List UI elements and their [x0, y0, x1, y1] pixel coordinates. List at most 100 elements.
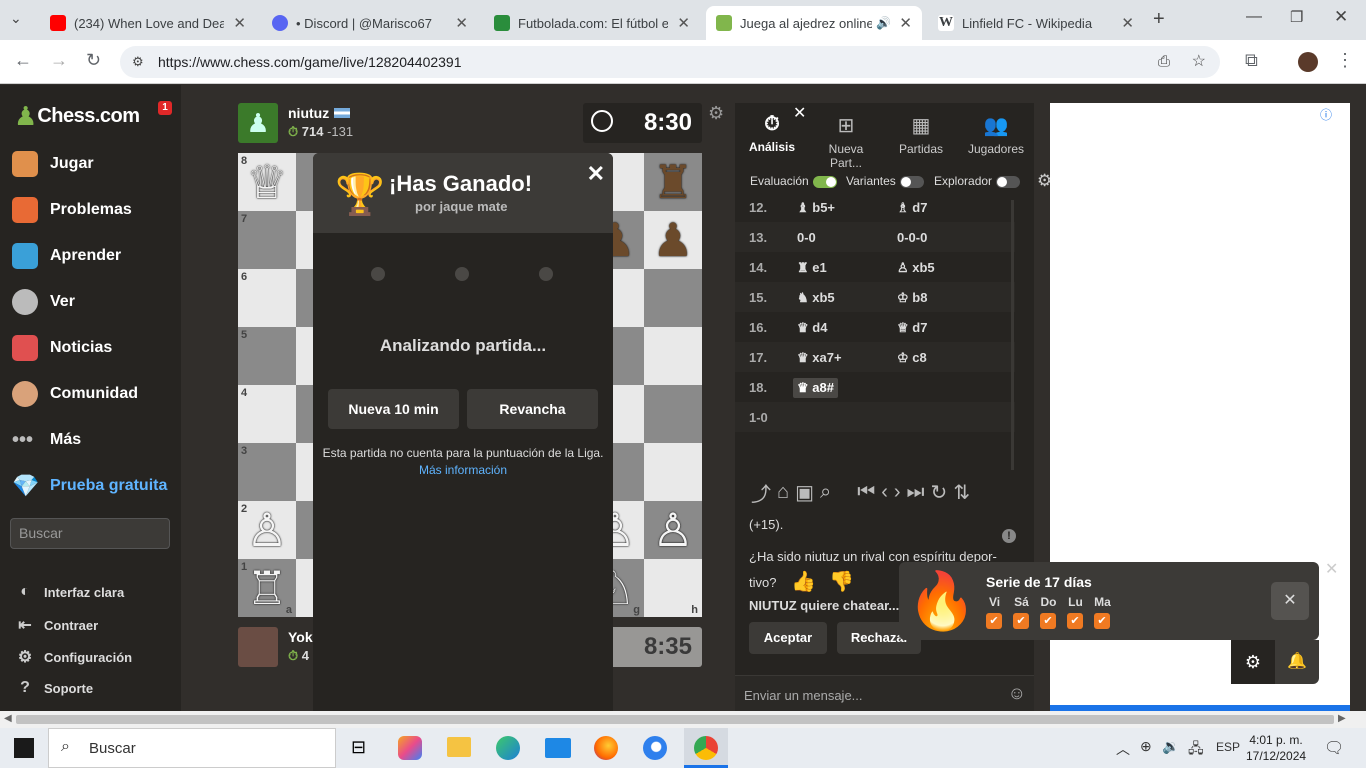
sidebar-item-comunidad[interactable]: Comunidad: [12, 381, 138, 407]
tab-jugadores[interactable]: 👥 Jugadores: [961, 113, 1031, 156]
museum-icon[interactable]: ⌂: [777, 481, 789, 504]
toggle-evaluacion[interactable]: Evaluación: [750, 174, 837, 188]
white-move-selected[interactable]: ♛ a8#: [793, 378, 838, 398]
board-square[interactable]: [644, 443, 702, 501]
edge-icon[interactable]: [496, 736, 520, 760]
board-square[interactable]: 8 ♕: [238, 153, 296, 211]
board-square[interactable]: 6: [238, 269, 296, 327]
window-close-icon[interactable]: ✕: [1334, 7, 1348, 27]
notification-center-icon[interactable]: 🗨: [1324, 738, 1344, 758]
board-square[interactable]: 4: [238, 385, 296, 443]
close-icon[interactable]: ✕: [233, 14, 246, 32]
footer-collapse[interactable]: ⇤ Contraer: [16, 615, 98, 635]
emoji-icon[interactable]: ☺: [1008, 683, 1026, 704]
speaker-icon[interactable]: 🔊: [876, 16, 891, 30]
file-explorer-icon[interactable]: [447, 737, 471, 757]
tab-partidas[interactable]: ▦ Partidas: [886, 113, 956, 156]
back-icon[interactable]: ←: [14, 50, 32, 71]
info-icon[interactable]: !: [1002, 529, 1016, 543]
white-move[interactable]: ♜ e1: [797, 260, 827, 276]
chess-piece[interactable]: ♕: [238, 153, 296, 211]
footer-settings[interactable]: ⚙ Configuración: [16, 647, 132, 667]
chrome-taskbar-button[interactable]: [684, 728, 728, 768]
browser-tab-discord[interactable]: • Discord | @Marisco67 ✕: [262, 6, 478, 40]
forward-icon[interactable]: →: [50, 50, 68, 71]
scroll-left-icon[interactable]: ◀: [4, 713, 12, 724]
board-square[interactable]: 2 ♙: [238, 501, 296, 559]
rematch-button[interactable]: Revancha: [467, 389, 598, 429]
new-game-button[interactable]: Nueva 10 min: [328, 389, 459, 429]
sidebar-item-problemas[interactable]: Problemas: [12, 197, 132, 223]
thumbs-up-icon[interactable]: 👍: [791, 569, 816, 594]
board-square[interactable]: [644, 269, 702, 327]
windows-start-icon[interactable]: [14, 738, 34, 758]
board-square[interactable]: 1 a ♖: [238, 559, 296, 617]
sidebar-item-mas[interactable]: ••• Más: [12, 427, 81, 453]
firefox-icon[interactable]: [594, 736, 618, 760]
install-app-icon[interactable]: ⎙: [1158, 46, 1170, 78]
prev-move-icon[interactable]: ‹: [881, 481, 888, 504]
black-move[interactable]: 0-0-0: [897, 230, 927, 245]
board-square[interactable]: ♙: [644, 501, 702, 559]
board-square[interactable]: ♜: [644, 153, 702, 211]
sidebar-item-aprender[interactable]: Aprender: [12, 243, 121, 269]
top-player-avatar[interactable]: ♟: [238, 103, 278, 143]
scroll-right-icon[interactable]: ▶: [1338, 713, 1346, 724]
network-icon[interactable]: 🖧: [1188, 738, 1204, 762]
black-move[interactable]: ♗ d7: [897, 200, 927, 216]
minimize-icon[interactable]: —: [1246, 8, 1262, 26]
url-bar[interactable]: ⚙ https://www.chess.com/game/live/128204…: [120, 46, 1220, 78]
footer-support[interactable]: ? Soporte: [16, 679, 93, 697]
chess-logo[interactable]: ♟ Chess.com: [14, 101, 140, 132]
tab-analisis[interactable]: ⏱ Análisis: [737, 113, 807, 154]
bell-icon[interactable]: 🔔: [1275, 640, 1319, 684]
board-square[interactable]: h: [644, 559, 702, 617]
board-square[interactable]: 7: [238, 211, 296, 269]
black-move[interactable]: ♔ b8: [897, 290, 927, 306]
tab-nueva-partida[interactable]: ⊞ Nueva Part...: [811, 113, 881, 170]
chess-piece[interactable]: ♖: [238, 559, 296, 617]
white-move[interactable]: ♞ xb5: [797, 290, 835, 306]
restore-icon[interactable]: ❐: [1290, 8, 1303, 26]
magnifier-icon[interactable]: ⌕: [820, 481, 831, 504]
black-move[interactable]: ♔ c8: [897, 350, 927, 366]
flip-board-icon[interactable]: ⇅: [953, 480, 970, 505]
refresh-icon[interactable]: ↻: [931, 480, 948, 505]
share-icon[interactable]: ⤴: [751, 478, 771, 507]
board-square[interactable]: 5: [238, 327, 296, 385]
ad-info-icon[interactable]: ⓘ: [1320, 106, 1332, 123]
board-square[interactable]: ♟: [644, 211, 702, 269]
browser-tab-futbolada[interactable]: Futbolada.com: El fútbol est ✕: [484, 6, 700, 40]
task-view-icon[interactable]: ⊟: [351, 737, 366, 758]
close-icon[interactable]: ✕: [899, 14, 912, 32]
chess-piece[interactable]: ♜: [644, 153, 702, 211]
white-move[interactable]: ♛ d4: [797, 320, 827, 336]
volume-icon[interactable]: 🔉: [1162, 738, 1179, 755]
chess-piece[interactable]: ♙: [644, 501, 702, 559]
bookmark-star-icon[interactable]: ☆: [1192, 46, 1206, 78]
sidebar-item-trial[interactable]: 💎 Prueba gratuita: [12, 473, 167, 499]
image-icon[interactable]: ▣: [795, 480, 814, 505]
popup-close-icon[interactable]: ✕: [1325, 559, 1338, 579]
move-list-scrollbar[interactable]: [1011, 200, 1014, 470]
white-move[interactable]: ♝ b5+: [797, 200, 835, 216]
toggle-variantes[interactable]: Variantes: [846, 174, 924, 188]
tab-search-icon[interactable]: ⌄: [10, 10, 22, 27]
thunderbird-icon[interactable]: [643, 736, 667, 760]
bottom-player-name[interactable]: Yok: [288, 629, 313, 645]
clock[interactable]: 4:01 p. m. 17/12/2024: [1246, 732, 1306, 764]
white-move[interactable]: ♛ xa7+: [797, 350, 842, 366]
close-icon[interactable]: ✕: [1121, 14, 1134, 32]
toggle-switch[interactable]: [899, 175, 924, 188]
bottom-player-avatar[interactable]: [238, 627, 278, 667]
browser-tab-wikipedia[interactable]: W Linfield FC - Wikipedia ✕: [928, 6, 1144, 40]
sidebar-item-noticias[interactable]: Noticias: [12, 335, 112, 361]
browser-tab-chess[interactable]: Juega al ajedrez online C 🔊 ✕: [706, 6, 922, 40]
next-move-icon[interactable]: ›: [894, 481, 901, 504]
toggle-switch[interactable]: [996, 175, 1021, 188]
browser-tab-youtube[interactable]: (234) When Love and Death ✕: [40, 6, 256, 40]
board-settings-gear-icon[interactable]: ⚙: [708, 103, 724, 124]
profile-avatar[interactable]: [1298, 52, 1318, 72]
notification-settings-icon[interactable]: ⚙: [1231, 640, 1275, 684]
board-square[interactable]: 3: [238, 443, 296, 501]
